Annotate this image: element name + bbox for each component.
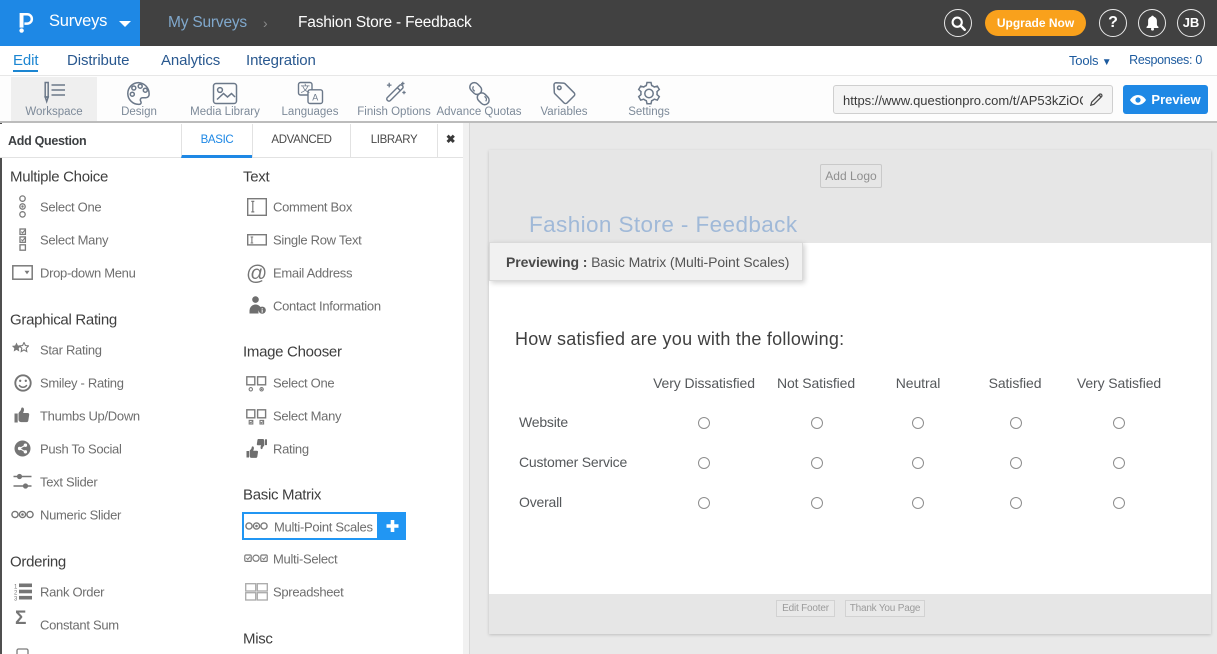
svg-text:文: 文 (300, 83, 310, 95)
svg-text:i: i (261, 307, 263, 314)
svg-text:3: 3 (14, 597, 18, 602)
svg-text:A: A (312, 93, 318, 103)
